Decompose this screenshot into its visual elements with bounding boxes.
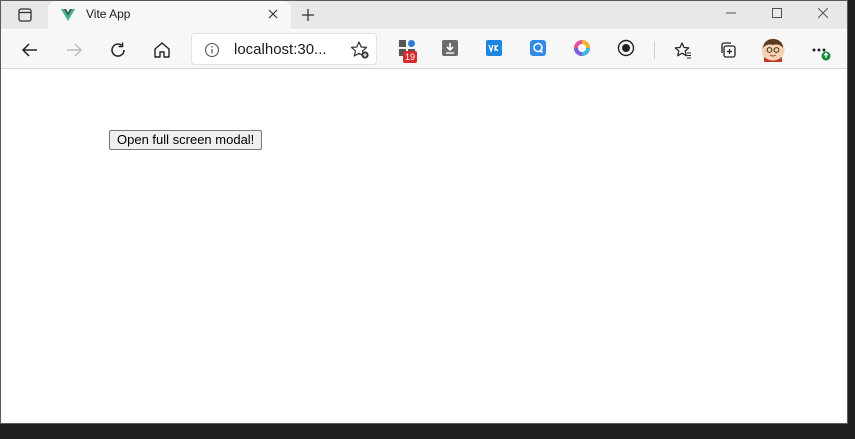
refresh-button[interactable] [103, 35, 133, 65]
home-icon [154, 42, 170, 58]
tab-close-button[interactable] [265, 6, 281, 22]
record-extension-icon[interactable] [617, 39, 635, 57]
close-icon [818, 8, 828, 18]
new-tab-button[interactable] [297, 4, 319, 26]
page-content: Open full screen modal! [1, 70, 847, 423]
url-text[interactable]: localhost:30... [234, 41, 327, 58]
maximize-button[interactable] [755, 1, 799, 25]
collections-button[interactable] [713, 35, 743, 65]
tab-actions-button[interactable] [9, 5, 41, 25]
favorites-icon [674, 42, 691, 59]
browser-toolbar: localhost:30... [1, 30, 847, 69]
vk-extension-icon[interactable] [485, 39, 503, 57]
arrow-left-icon [21, 43, 37, 57]
download-extension-icon[interactable] [441, 39, 459, 57]
toolbar-divider [654, 41, 655, 59]
color-wheel-extension-icon[interactable] [573, 39, 591, 57]
tab-strip: Vite App [1, 1, 847, 30]
open-modal-button[interactable]: Open full screen modal! [109, 130, 263, 150]
address-bar[interactable]: localhost:30... [191, 33, 377, 65]
info-icon[interactable] [204, 42, 220, 58]
tab-title: Vite App [86, 7, 131, 21]
minimize-icon [726, 12, 736, 14]
profile-button[interactable] [758, 35, 788, 65]
plus-icon [302, 9, 314, 21]
settings-more-button[interactable] [806, 35, 836, 65]
more-icon [812, 48, 831, 61]
tab-actions-icon [18, 8, 32, 22]
minimize-button[interactable] [709, 1, 753, 25]
back-button[interactable] [15, 35, 45, 65]
tab-vite-app[interactable]: Vite App [48, 1, 291, 30]
browser-window: Vite App localhost:30... Open full scree… [0, 0, 848, 424]
window-close-button[interactable] [801, 1, 845, 25]
q-extension-icon[interactable] [529, 39, 547, 57]
add-favorite-icon[interactable] [350, 40, 370, 60]
favorites-button[interactable] [668, 35, 698, 65]
vue-logo-icon [61, 9, 75, 21]
avatar [761, 38, 785, 62]
refresh-icon [111, 42, 125, 57]
close-icon [268, 9, 278, 19]
arrow-right-icon [67, 43, 83, 57]
home-button[interactable] [147, 35, 177, 65]
maximize-icon [772, 8, 782, 18]
forward-button[interactable] [59, 35, 89, 65]
extension-badge: 19 [403, 51, 418, 63]
collections-icon [721, 42, 736, 58]
